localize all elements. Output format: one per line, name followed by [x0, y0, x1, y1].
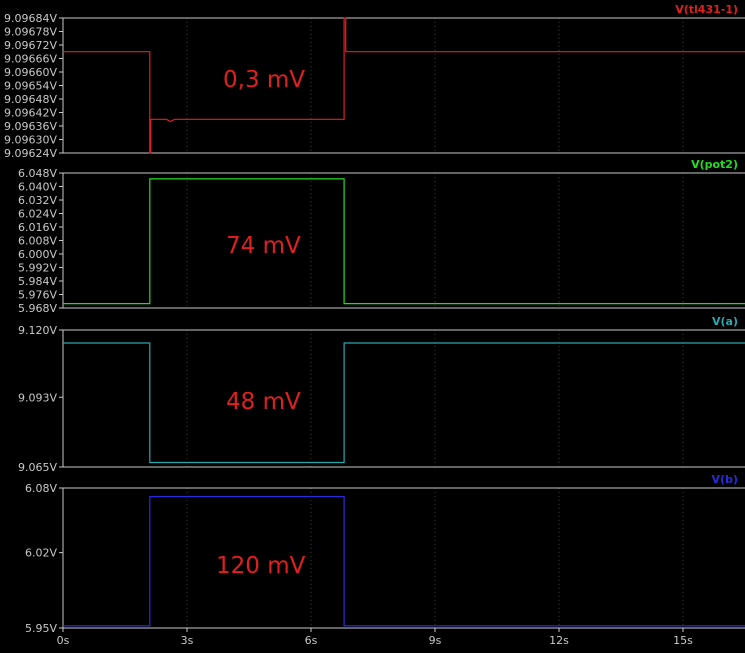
- x-tick-label: 6s: [305, 634, 318, 647]
- y-tick-label: 9.09666V: [4, 53, 57, 66]
- annotation-label: 74 mV: [226, 233, 301, 259]
- y-tick-label: 6.000V: [18, 248, 57, 261]
- y-tick-label: 9.093V: [18, 391, 57, 404]
- y-tick-label: 9.09672V: [4, 39, 57, 52]
- trace-line: [63, 178, 745, 305]
- annotation-label: 0,3 mV: [223, 67, 305, 93]
- y-tick-label: 9.09636V: [4, 120, 57, 133]
- y-tick-label: 5.992V: [18, 262, 57, 275]
- y-tick-label: 9.09648V: [4, 93, 57, 106]
- y-tick-label: 6.040V: [18, 181, 57, 194]
- y-tick-label: 9.120V: [18, 324, 57, 337]
- y-tick-label: 9.09678V: [4, 26, 57, 39]
- y-tick-label: 5.976V: [18, 289, 57, 302]
- trace-name-label: V(a): [712, 315, 738, 328]
- y-tick-label: 9.09660V: [4, 66, 57, 79]
- x-tick-label: 12s: [549, 634, 569, 647]
- y-tick-label: 9.09642V: [4, 107, 57, 120]
- y-tick-label: 6.032V: [18, 194, 57, 207]
- x-tick-label: 15s: [673, 634, 693, 647]
- y-tick-label: 6.08V: [25, 482, 57, 495]
- x-tick-label: 9s: [429, 634, 442, 647]
- annotation-label: 120 mV: [216, 553, 306, 579]
- y-tick-label: 9.09630V: [4, 134, 57, 147]
- y-tick-label: 9.09684V: [4, 12, 57, 25]
- y-tick-label: 6.008V: [18, 235, 57, 248]
- annotation-label: 48 mV: [226, 389, 301, 415]
- trace-line: [63, 496, 745, 627]
- y-tick-label: 9.065V: [18, 461, 57, 474]
- waveform-viewer: 9.09684V9.09678V9.09672V9.09666V9.09660V…: [4, 3, 745, 647]
- y-tick-label: 6.048V: [18, 167, 57, 180]
- y-tick-label: 5.968V: [18, 302, 57, 315]
- y-tick-label: 5.984V: [18, 275, 57, 288]
- trace-name-label: V(tl431-1): [675, 3, 738, 16]
- y-tick-label: 9.09624V: [4, 147, 57, 160]
- trace-line: [63, 17, 745, 154]
- y-tick-label: 5.95V: [25, 622, 57, 635]
- trace-name-label: V(pot2): [691, 158, 738, 171]
- y-tick-label: 6.024V: [18, 208, 57, 221]
- x-tick-label: 0s: [57, 634, 70, 647]
- trace-line: [63, 342, 745, 464]
- y-tick-label: 9.09654V: [4, 80, 57, 93]
- x-tick-label: 3s: [181, 634, 194, 647]
- y-tick-label: 6.016V: [18, 221, 57, 234]
- trace-name-label: V(b): [712, 473, 738, 486]
- y-tick-label: 6.02V: [25, 547, 57, 560]
